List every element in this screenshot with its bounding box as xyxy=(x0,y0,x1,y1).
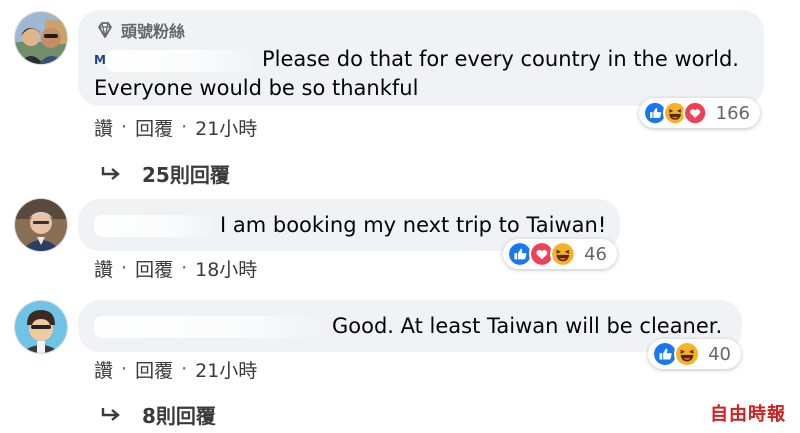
timestamp[interactable]: 21小時 xyxy=(195,356,257,383)
author-name[interactable]: M xyxy=(94,49,262,72)
comment-bubble: Good. At least Taiwan will be cleaner. xyxy=(78,300,742,352)
top-fan-badge[interactable]: 頭號粉絲 xyxy=(96,19,185,41)
comment-bubble: 頭號粉絲 M Please do that for every country i… xyxy=(78,10,764,106)
avatar-image xyxy=(15,199,67,251)
separator: · xyxy=(181,358,188,380)
avatar-image xyxy=(15,12,67,64)
author-name[interactable] xyxy=(94,213,220,237)
reaction-summary[interactable]: 166 xyxy=(639,98,760,128)
haha-reaction-icon xyxy=(550,240,577,268)
separator: · xyxy=(181,116,188,138)
comment-actions: 讚 · 回覆 · 21小時 xyxy=(94,356,257,382)
comment-text: I am booking my next trip to Taiwan! xyxy=(94,211,606,239)
reply-button[interactable]: 回覆 xyxy=(135,255,173,282)
view-replies-link[interactable]: 25則回覆 xyxy=(100,159,230,187)
like-button[interactable]: 讚 xyxy=(94,114,113,141)
separator: · xyxy=(181,257,188,279)
reply-button[interactable]: 回覆 xyxy=(135,356,173,383)
haha-reaction-icon xyxy=(674,340,701,368)
comment-text: M Please do that for every country in the… xyxy=(94,47,739,100)
avatar[interactable] xyxy=(14,11,68,65)
separator: · xyxy=(121,358,128,380)
view-replies-link[interactable]: 8則回覆 xyxy=(100,400,216,428)
replies-count-label: 8則回覆 xyxy=(142,403,216,428)
comment-text: Good. At least Taiwan will be cleaner. xyxy=(94,312,722,340)
reply-arrow-icon xyxy=(101,167,120,180)
timestamp[interactable]: 18小時 xyxy=(195,255,257,282)
separator: · xyxy=(121,257,128,279)
reply-arrow-icon xyxy=(101,408,120,421)
avatar-image xyxy=(15,301,67,353)
love-reaction-icon xyxy=(683,99,708,127)
like-button[interactable]: 讚 xyxy=(94,356,113,383)
avatar[interactable] xyxy=(14,198,68,252)
reaction-summary[interactable]: 40 xyxy=(648,339,741,369)
diamond-icon xyxy=(98,22,112,38)
reaction-count: 46 xyxy=(584,243,608,265)
comment-actions: 讚 · 回覆 · 18小時 xyxy=(94,255,257,281)
reaction-count: 40 xyxy=(708,343,731,365)
replies-count-label: 25則回覆 xyxy=(142,162,230,187)
like-button[interactable]: 讚 xyxy=(94,255,113,282)
avatar[interactable] xyxy=(14,300,68,354)
reply-button[interactable]: 回覆 xyxy=(135,114,173,141)
author-name[interactable] xyxy=(94,314,332,338)
timestamp[interactable]: 21小時 xyxy=(195,114,257,141)
reaction-count: 166 xyxy=(715,102,751,124)
badge-label: 頭號粉絲 xyxy=(121,22,186,41)
separator: · xyxy=(121,116,128,138)
watermark-logo: 自由時報 xyxy=(710,404,786,425)
comment-actions: 讚 · 回覆 · 21小時 xyxy=(94,114,257,140)
reaction-summary[interactable]: 46 xyxy=(503,239,617,269)
